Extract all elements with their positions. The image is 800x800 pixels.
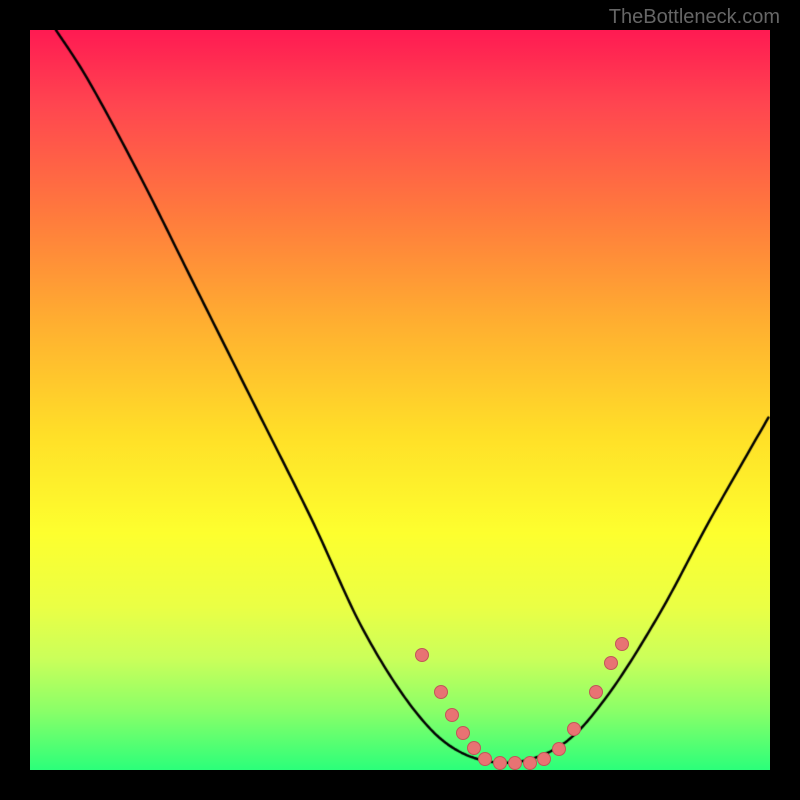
data-point-marker <box>434 685 448 699</box>
data-point-marker <box>589 685 603 699</box>
data-point-marker <box>508 756 522 770</box>
data-point-marker <box>537 752 551 766</box>
data-point-marker <box>552 742 566 756</box>
plot-area <box>30 30 770 770</box>
watermark-text: TheBottleneck.com <box>609 6 780 29</box>
data-point-marker <box>467 741 481 755</box>
data-point-marker <box>456 726 470 740</box>
data-point-marker <box>493 756 507 770</box>
data-point-marker <box>615 637 629 651</box>
data-point-marker <box>567 722 581 736</box>
chart-curve <box>30 30 770 770</box>
data-point-marker <box>604 656 618 670</box>
data-point-marker <box>415 648 429 662</box>
data-point-marker <box>478 752 492 766</box>
data-point-marker <box>523 756 537 770</box>
data-point-marker <box>445 708 459 722</box>
